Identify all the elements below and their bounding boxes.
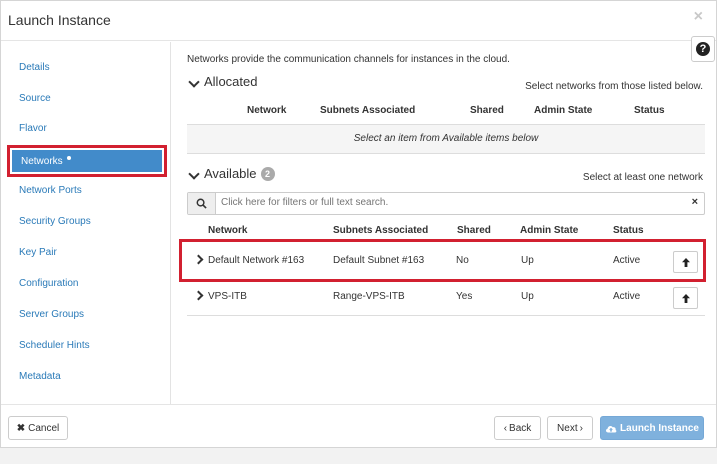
next-button[interactable]: Next › — [547, 416, 593, 440]
chevron-right-icon: › — [579, 422, 583, 434]
help-icon: ? — [696, 42, 710, 56]
clear-search-icon[interactable]: × — [692, 196, 698, 208]
available-col-status[interactable]: Status — [613, 225, 644, 236]
sidebar-item-network-ports[interactable]: Network Ports — [19, 185, 82, 196]
sidebar-item-label: Networks — [21, 156, 63, 167]
row-network: Default Network #163 — [208, 255, 305, 266]
available-section-title[interactable]: Available 2 — [187, 166, 275, 181]
table-row[interactable]: Default Network #163 Default Subnet #163… — [187, 245, 705, 279]
chevron-down-icon — [188, 75, 200, 88]
available-hint: Select at least one network — [582, 172, 703, 183]
allocated-col-admin-state[interactable]: Admin State — [534, 105, 592, 116]
arrow-up-icon — [681, 257, 690, 267]
intro-text: Networks provide the communication chann… — [187, 54, 510, 65]
allocated-section-title[interactable]: Allocated — [187, 74, 257, 89]
search-input[interactable] — [221, 197, 671, 208]
wizard-sidebar: Details Source Flavor Networks Network P… — [1, 42, 171, 404]
launch-instance-button[interactable]: Launch Instance — [600, 416, 704, 440]
filter-search-box[interactable]: × — [187, 192, 705, 215]
row-subnets: Default Subnet #163 — [333, 255, 425, 266]
sidebar-item-metadata[interactable]: Metadata — [19, 371, 61, 382]
allocated-col-shared[interactable]: Shared — [470, 105, 504, 116]
row-subnets: Range-VPS-ITB — [333, 291, 405, 302]
row-shared: No — [456, 255, 469, 266]
sidebar-item-networks[interactable]: Networks — [12, 150, 162, 172]
table-row[interactable]: VPS-ITB Range-VPS-ITB Yes Up Active — [187, 281, 705, 315]
allocated-col-subnets[interactable]: Subnets Associated — [320, 105, 415, 116]
sidebar-item-key-pair[interactable]: Key Pair — [19, 247, 57, 258]
sidebar-item-scheduler-hints[interactable]: Scheduler Hints — [19, 340, 90, 351]
sidebar-item-configuration[interactable]: Configuration — [19, 278, 78, 289]
available-col-admin-state[interactable]: Admin State — [520, 225, 578, 236]
modal-header: Launch Instance × — [1, 1, 716, 41]
allocated-hint: Select networks from those listed below. — [525, 81, 703, 92]
allocated-empty-row: Select an item from Available items belo… — [187, 124, 705, 154]
expand-row-icon[interactable] — [193, 254, 204, 266]
available-col-shared[interactable]: Shared — [457, 225, 491, 236]
sidebar-item-details[interactable]: Details — [19, 62, 50, 73]
sidebar-active-highlight: Networks — [7, 145, 167, 177]
row-status: Active — [613, 255, 641, 266]
row-admin-state: Up — [521, 291, 534, 302]
arrow-up-icon — [681, 293, 690, 303]
close-icon: ✖ — [16, 422, 26, 434]
allocated-title-label: Allocated — [204, 74, 258, 89]
allocate-button[interactable] — [673, 287, 698, 309]
allocate-button[interactable] — [673, 251, 698, 273]
modal-footer: ✖ Cancel ‹ Back Next › Launch Instance — [1, 404, 716, 449]
chevron-down-icon — [188, 167, 200, 180]
search-icon — [188, 193, 216, 214]
sidebar-item-source[interactable]: Source — [19, 93, 51, 104]
allocated-col-network[interactable]: Network — [247, 105, 286, 116]
launch-instance-modal: Launch Instance × ? Details Source Flavo… — [0, 0, 717, 448]
close-icon[interactable]: × — [694, 8, 703, 26]
available-col-subnets[interactable]: Subnets Associated — [333, 225, 428, 236]
allocated-col-status[interactable]: Status — [634, 105, 665, 116]
row-status: Active — [613, 291, 641, 302]
sidebar-item-server-groups[interactable]: Server Groups — [19, 309, 84, 320]
available-col-network[interactable]: Network — [208, 225, 247, 236]
row-network: VPS-ITB — [208, 291, 247, 302]
expand-row-icon[interactable] — [193, 290, 204, 302]
back-button[interactable]: ‹ Back — [494, 416, 541, 440]
available-title-label: Available — [204, 166, 257, 181]
sidebar-item-security-groups[interactable]: Security Groups — [19, 216, 91, 227]
available-count-badge: 2 — [260, 167, 275, 181]
table-divider — [187, 315, 705, 316]
sidebar-item-flavor[interactable]: Flavor — [19, 123, 47, 134]
chevron-left-icon: ‹ — [503, 422, 508, 434]
cancel-button[interactable]: ✖ Cancel — [8, 416, 68, 440]
row-admin-state: Up — [521, 255, 534, 266]
table-divider — [187, 239, 705, 240]
cloud-upload-icon — [606, 425, 617, 432]
help-button[interactable]: ? — [691, 36, 715, 62]
modal-title: Launch Instance — [8, 12, 111, 28]
row-shared: Yes — [456, 291, 473, 302]
required-dot-icon — [67, 156, 71, 160]
